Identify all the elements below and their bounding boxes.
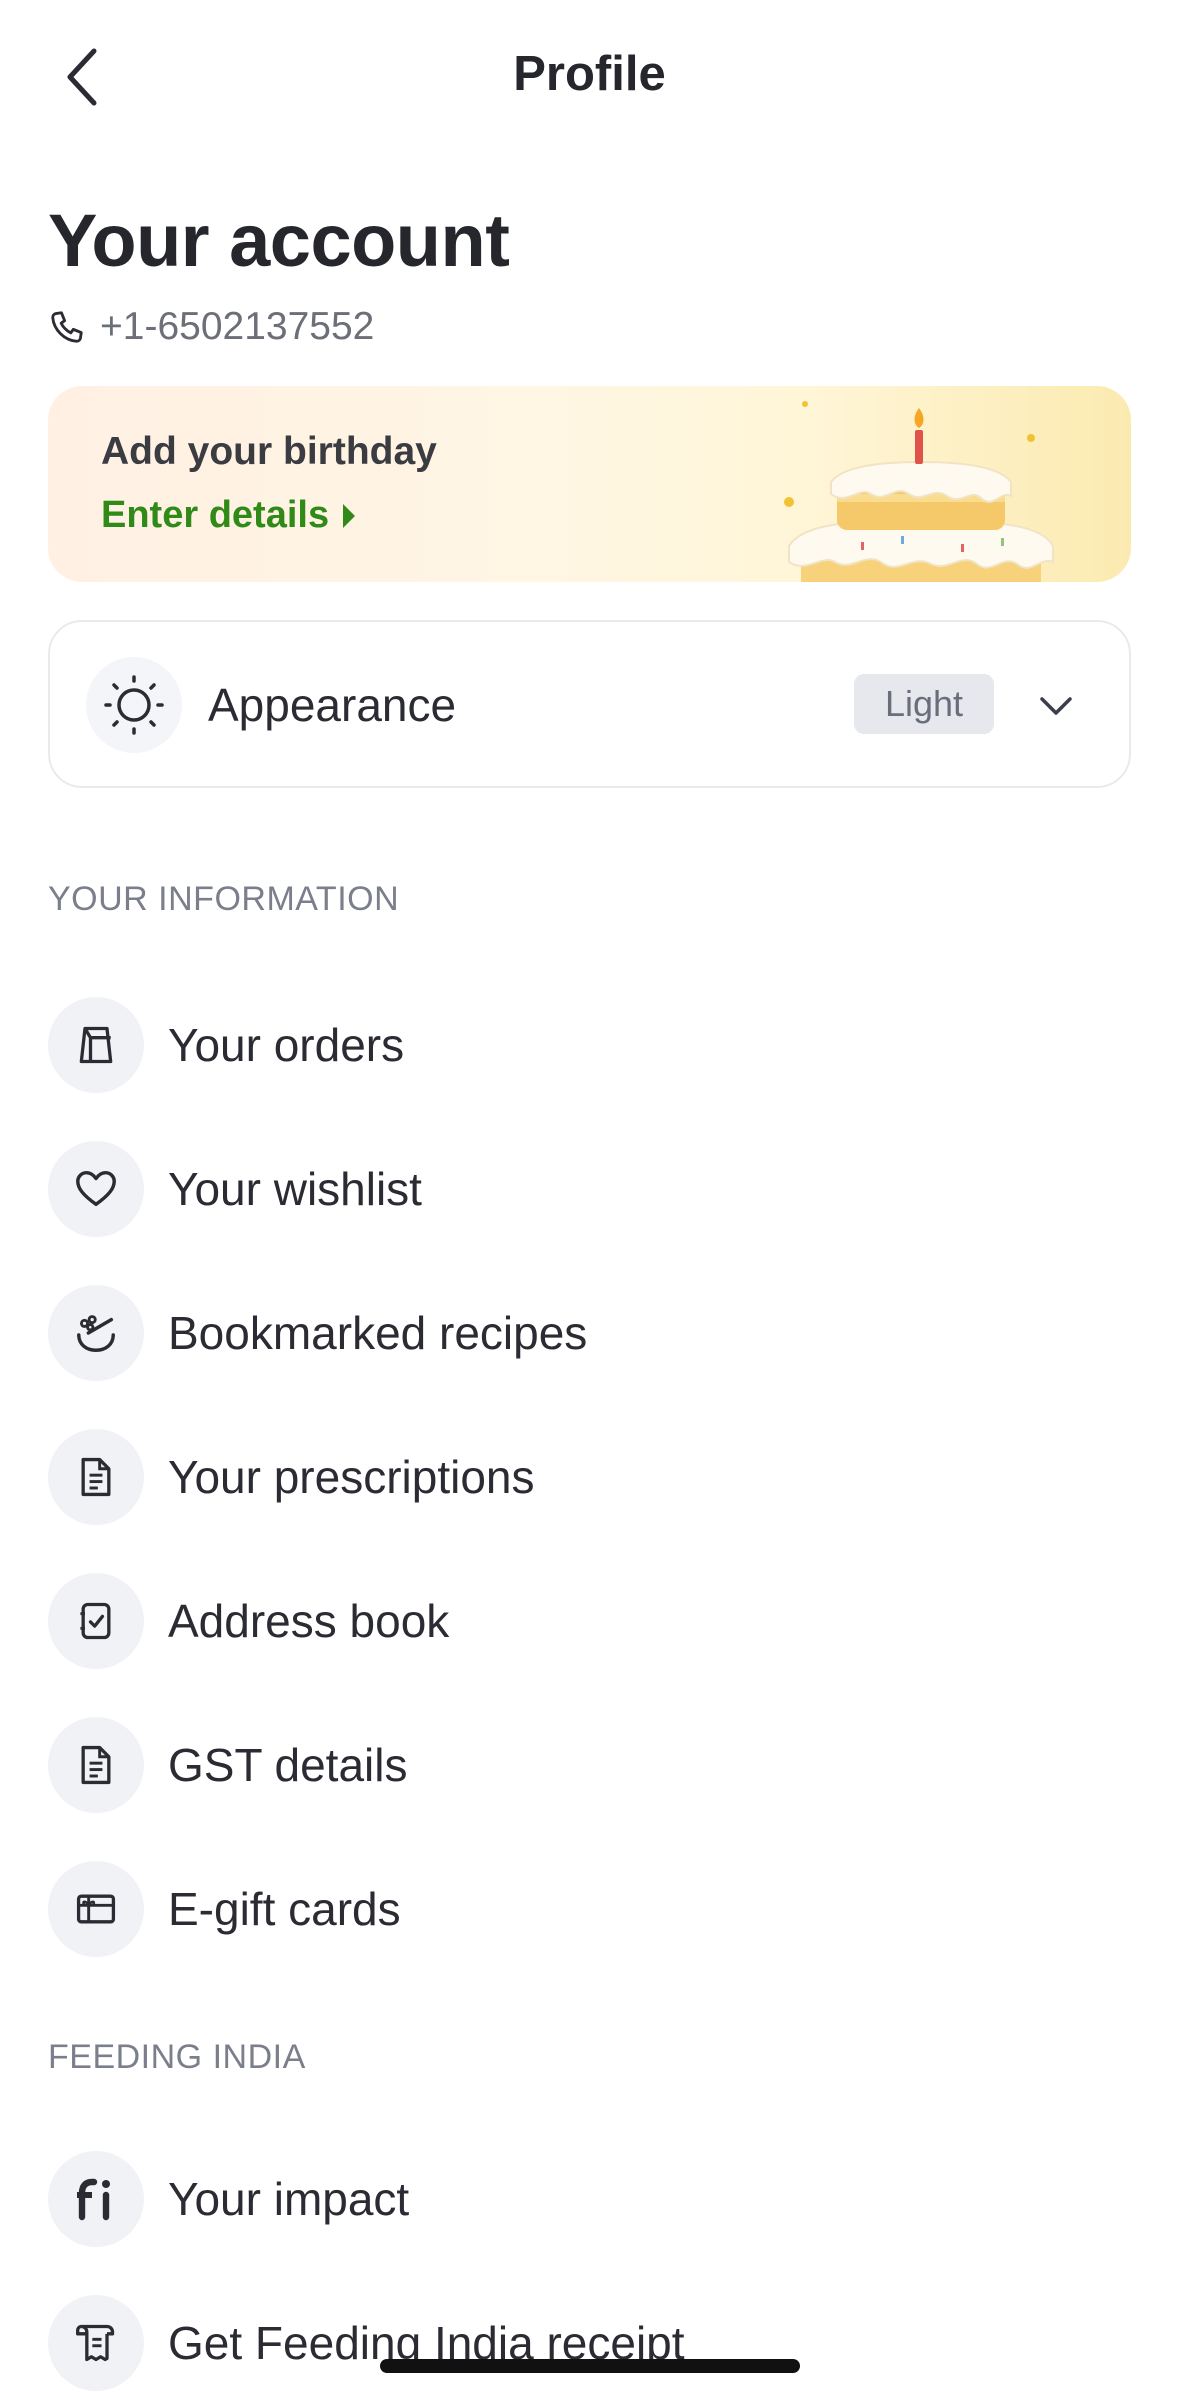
recipe-bowl-icon [77,1315,115,1352]
list-item-feeding-india-receipt[interactable]: Get Feeding India receipt [48,2288,1131,2396]
list-item-label: GST details [168,1739,408,1791]
item-icon-wrap [48,1141,144,1237]
phone-row: +1-6502137552 [48,302,374,352]
item-icon-wrap [48,1717,144,1813]
heart-icon [76,1170,116,1207]
profile-screen: Profile Your account +1-6502137552 Add y… [0,0,1179,2396]
address-book-icon [80,1602,111,1640]
list-item-address-book[interactable]: Address book [48,1566,1131,1676]
document-icon [81,1457,111,1497]
header: Profile [0,0,1179,160]
appearance-label: Appearance [208,679,457,731]
item-icon-wrap [48,1285,144,1381]
feeding-india-logo-icon [77,2178,110,2221]
appearance-icon-wrap [86,657,182,753]
list-item-your-orders[interactable]: Your orders [48,990,1131,1100]
list-item-your-prescriptions[interactable]: Your prescriptions [48,1422,1131,1532]
item-icon-wrap [48,1861,144,1957]
item-icon-wrap [48,1573,144,1669]
birthday-cake-illustration [784,401,1054,582]
section-title-your-information: YOUR INFORMATION [48,880,400,918]
item-icon-wrap [48,997,144,1093]
list-item-label: E-gift cards [168,1883,401,1935]
document-icon [81,1745,111,1785]
list-item-gst-details[interactable]: GST details [48,1710,1131,1820]
appearance-value-badge: Light [854,674,994,734]
chevron-down-icon [1040,697,1072,715]
list-item-e-gift-cards[interactable]: E-gift cards [48,1854,1131,1964]
list-item-your-impact[interactable]: Your impact [48,2144,1131,2254]
item-icon-wrap [48,2295,144,2391]
phone-icon [51,311,83,343]
list-item-label: Bookmarked recipes [168,1307,588,1359]
account-heading: Your account [48,199,510,282]
home-indicator[interactable] [380,2359,800,2373]
bag-icon [79,1026,113,1064]
birthday-title: Add your birthday [101,430,437,473]
item-icon-wrap [48,2151,144,2247]
phone-number: +1-6502137552 [100,305,375,348]
item-icon-wrap [48,1429,144,1525]
sun-icon [104,675,164,735]
appearance-dropdown-button[interactable] [1028,678,1084,734]
list-item-label: Your prescriptions [168,1451,535,1503]
birthday-banner[interactable]: Add your birthday Enter details [48,386,1131,582]
list-item-bookmarked-recipes[interactable]: Bookmarked recipes [48,1278,1131,1388]
appearance-row[interactable]: Appearance Light [48,620,1131,788]
list-item-label: Address book [168,1595,450,1647]
list-item-your-wishlist[interactable]: Your wishlist [48,1134,1131,1244]
receipt-icon [76,2324,115,2362]
list-item-label: Your impact [168,2173,410,2225]
page-title: Profile [513,47,666,101]
section-title-feeding-india: FEEDING INDIA [48,2038,306,2076]
enter-details-label: Enter details [101,494,330,536]
caret-right-icon [343,503,356,528]
gift-card-icon [76,1894,116,1924]
list-item-label: Your wishlist [168,1163,422,1215]
list-item-label: Your orders [168,1019,405,1071]
enter-details-link[interactable]: Enter details [101,494,357,537]
